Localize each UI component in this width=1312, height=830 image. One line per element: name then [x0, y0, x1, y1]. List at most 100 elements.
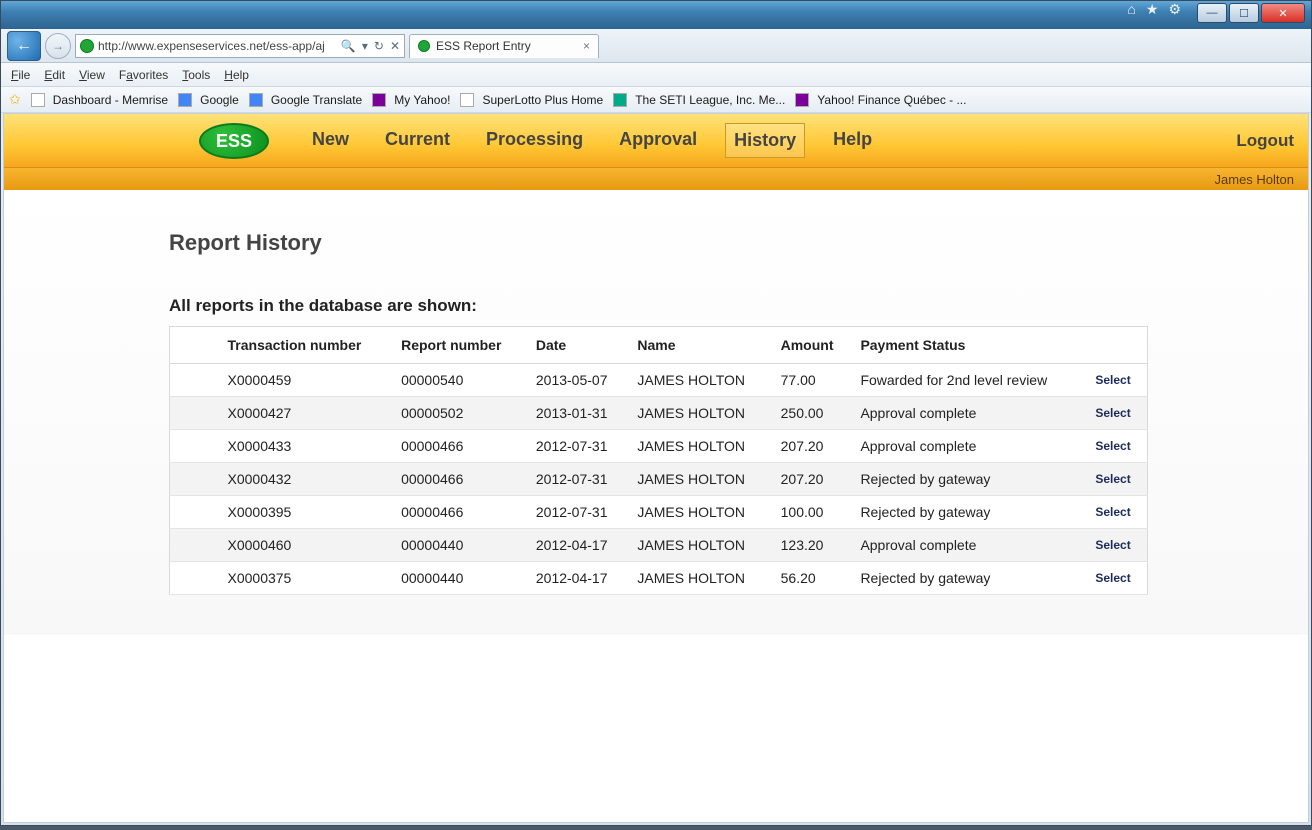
select-link[interactable]: Select: [1087, 463, 1147, 496]
tab-title: ESS Report Entry: [436, 39, 531, 53]
cell-status: Rejected by gateway: [852, 496, 1087, 529]
cell-transaction: X0000433: [220, 430, 394, 463]
th-status: Payment Status: [852, 327, 1087, 364]
cell-name: JAMES HOLTON: [629, 496, 772, 529]
ess-logo: ESS: [199, 123, 269, 159]
menu-tools[interactable]: Tools: [182, 68, 210, 82]
fav-link-2[interactable]: Google Translate: [249, 93, 362, 107]
app-nav: New Current Processing Approval History …: [304, 123, 880, 158]
cell-transaction: X0000460: [220, 529, 394, 562]
menu-favorites[interactable]: Favorites: [119, 68, 168, 82]
close-button[interactable]: ✕: [1261, 3, 1305, 23]
link-icon: [795, 93, 809, 107]
fav-label: The SETI League, Inc. Me...: [635, 93, 785, 107]
tab-close-icon[interactable]: ×: [583, 39, 590, 53]
fav-link-0[interactable]: Dashboard - Memrise: [31, 93, 168, 107]
menu-file[interactable]: File: [11, 68, 30, 82]
th-select: [1087, 327, 1147, 364]
nav-new[interactable]: New: [304, 123, 357, 158]
nav-history[interactable]: History: [725, 123, 805, 158]
cell-lead: [170, 430, 220, 463]
cell-lead: [170, 562, 220, 595]
nav-processing[interactable]: Processing: [478, 123, 591, 158]
select-link[interactable]: Select: [1087, 430, 1147, 463]
star-icon[interactable]: ★: [1146, 1, 1159, 29]
cell-amount: 207.20: [773, 430, 853, 463]
cell-amount: 123.20: [773, 529, 853, 562]
fav-link-4[interactable]: SuperLotto Plus Home: [460, 93, 603, 107]
cell-date: 2012-07-31: [528, 496, 630, 529]
stop-icon[interactable]: ✕: [390, 39, 400, 53]
link-icon: [178, 93, 192, 107]
nav-approval[interactable]: Approval: [611, 123, 705, 158]
select-link[interactable]: Select: [1087, 529, 1147, 562]
address-bar[interactable]: http://www.expenseservices.net/ess-app/a…: [75, 34, 405, 58]
cell-name: JAMES HOLTON: [629, 562, 772, 595]
menu-view[interactable]: View: [79, 68, 105, 82]
refresh-icon[interactable]: ↻: [374, 39, 384, 53]
table-row: X0000460000004402012-04-17JAMES HOLTON12…: [170, 529, 1148, 562]
cell-status: Approval complete: [852, 397, 1087, 430]
fav-link-1[interactable]: Google: [178, 93, 239, 107]
cell-date: 2013-01-31: [528, 397, 630, 430]
th-date: Date: [528, 327, 630, 364]
home-icon[interactable]: ⌂: [1127, 1, 1135, 29]
fav-link-3[interactable]: My Yahoo!: [372, 93, 450, 107]
cell-amount: 77.00: [773, 364, 853, 397]
cell-date: 2012-04-17: [528, 562, 630, 595]
fav-label: My Yahoo!: [394, 93, 450, 107]
fav-label: Yahoo! Finance Québec - ...: [817, 93, 966, 107]
table-row: X0000375000004402012-04-17JAMES HOLTON56…: [170, 562, 1148, 595]
cell-amount: 250.00: [773, 397, 853, 430]
cell-report: 00000540: [393, 364, 528, 397]
cell-lead: [170, 364, 220, 397]
fav-label: Google: [200, 93, 239, 107]
table-row: X0000432000004662012-07-31JAMES HOLTON20…: [170, 463, 1148, 496]
fav-label: SuperLotto Plus Home: [482, 93, 603, 107]
favorites-bar: ✩ Dashboard - Memrise Google Google Tran…: [1, 87, 1311, 113]
page-subtitle: All reports in the database are shown:: [169, 296, 1148, 316]
back-button[interactable]: ←: [7, 31, 41, 61]
nav-help[interactable]: Help: [825, 123, 880, 158]
cell-status: Rejected by gateway: [852, 562, 1087, 595]
add-favorite-icon[interactable]: ✩: [9, 91, 21, 108]
select-link[interactable]: Select: [1087, 364, 1147, 397]
select-link[interactable]: Select: [1087, 397, 1147, 430]
user-strip: James Holton: [4, 168, 1308, 190]
cell-name: JAMES HOLTON: [629, 463, 772, 496]
th-blank: [170, 327, 220, 364]
titlebar-right-icons: ⌂ ★ ⚙: [1127, 1, 1191, 29]
cell-transaction: X0000395: [220, 496, 394, 529]
forward-button[interactable]: →: [45, 33, 71, 59]
menu-help[interactable]: Help: [224, 68, 249, 82]
cell-amount: 56.20: [773, 562, 853, 595]
search-icon[interactable]: 🔍: [341, 39, 356, 53]
dropdown-icon[interactable]: ▾: [362, 39, 368, 53]
browser-tab[interactable]: ESS Report Entry ×: [409, 34, 599, 58]
logout-link[interactable]: Logout: [1236, 131, 1294, 151]
fav-link-6[interactable]: Yahoo! Finance Québec - ...: [795, 93, 966, 107]
table-row: X0000459000005402013-05-07JAMES HOLTON77…: [170, 364, 1148, 397]
th-transaction: Transaction number: [220, 327, 394, 364]
th-amount: Amount: [773, 327, 853, 364]
minimize-button[interactable]: —: [1197, 3, 1227, 23]
cell-date: 2012-07-31: [528, 463, 630, 496]
th-name: Name: [629, 327, 772, 364]
tab-favicon-icon: [418, 40, 430, 52]
cell-report: 00000440: [393, 529, 528, 562]
cell-date: 2013-05-07: [528, 364, 630, 397]
cell-status: Approval complete: [852, 529, 1087, 562]
select-link[interactable]: Select: [1087, 496, 1147, 529]
nav-current[interactable]: Current: [377, 123, 458, 158]
user-name: James Holton: [1215, 172, 1294, 187]
browser-window: ⌂ ★ ⚙ — ☐ ✕ ← → http://www.expenseservic…: [0, 0, 1312, 826]
maximize-button[interactable]: ☐: [1229, 3, 1259, 23]
cell-lead: [170, 496, 220, 529]
gear-icon[interactable]: ⚙: [1168, 1, 1181, 29]
fav-link-5[interactable]: The SETI League, Inc. Me...: [613, 93, 785, 107]
menu-edit[interactable]: Edit: [44, 68, 65, 82]
cell-report: 00000502: [393, 397, 528, 430]
link-icon: [372, 93, 386, 107]
select-link[interactable]: Select: [1087, 562, 1147, 595]
table-row: X0000427000005022013-01-31JAMES HOLTON25…: [170, 397, 1148, 430]
